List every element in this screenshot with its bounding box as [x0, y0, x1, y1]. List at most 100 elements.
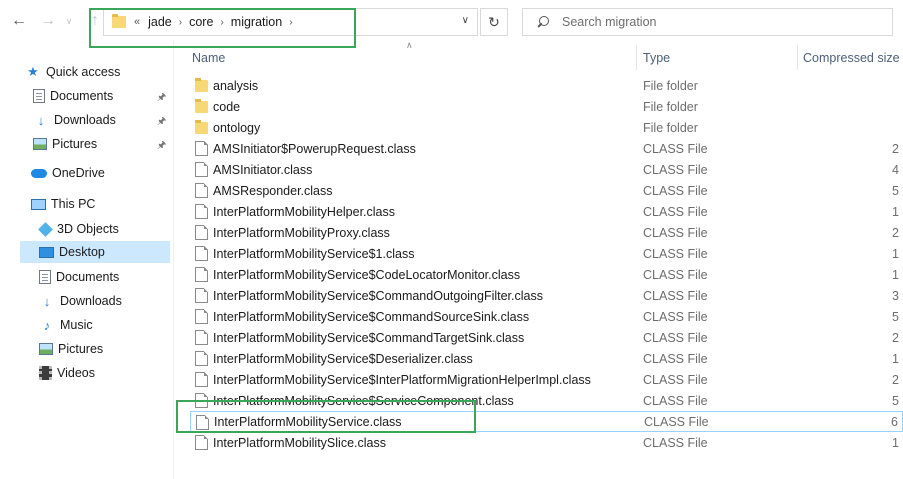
- file-row[interactable]: InterPlatformMobilityProxy.class CLASS Fi…: [190, 222, 903, 243]
- file-name: InterPlatformMobilityService$Deserialize…: [213, 351, 473, 366]
- column-divider[interactable]: [797, 45, 798, 70]
- file-type: CLASS File: [643, 351, 708, 366]
- column-header-name[interactable]: Name: [192, 45, 225, 70]
- file-type: CLASS File: [643, 246, 708, 261]
- sidebar-item-label: Documents: [50, 89, 114, 103]
- search-input[interactable]: [562, 15, 862, 29]
- file-type: CLASS File: [643, 435, 708, 450]
- file-icon: [195, 246, 208, 261]
- sidebar-item-pictures-pinned[interactable]: Pictures: [33, 133, 170, 155]
- file-row[interactable]: InterPlatformMobilityService$CommandOutg…: [190, 285, 903, 306]
- breadcrumb-separator-icon[interactable]: ›: [179, 17, 182, 28]
- column-header-compressed-size[interactable]: Compressed size: [803, 45, 900, 70]
- file-icon: [196, 415, 209, 430]
- file-icon: [195, 267, 208, 282]
- sidebar-item-documents[interactable]: Documents: [39, 266, 170, 288]
- sidebar-item-onedrive[interactable]: OneDrive: [31, 162, 170, 184]
- column-header-type[interactable]: Type: [643, 45, 670, 70]
- sidebar-item-label: OneDrive: [52, 166, 105, 180]
- back-arrow-icon[interactable]: ←: [8, 10, 30, 32]
- file-type: CLASS File: [643, 225, 708, 240]
- file-compressed-size: 1: [892, 246, 899, 261]
- sidebar-item-label: Music: [60, 318, 93, 332]
- documents-icon: [33, 89, 45, 103]
- file-name: InterPlatformMobilityService$ServiceComp…: [213, 393, 514, 408]
- file-row[interactable]: AMSResponder.class CLASS File 5: [190, 180, 903, 201]
- recent-locations-chevron-icon[interactable]: ∨: [62, 10, 76, 32]
- sidebar-item-pictures[interactable]: Pictures: [39, 338, 170, 360]
- pictures-icon: [39, 343, 53, 355]
- file-row[interactable]: InterPlatformMobilityService$1.class CLAS…: [190, 243, 903, 264]
- breadcrumb-overflow[interactable]: «: [134, 16, 140, 28]
- file-type: CLASS File: [643, 288, 708, 303]
- file-name: ontology: [213, 120, 261, 135]
- file-type: CLASS File: [643, 372, 708, 387]
- file-row[interactable]: InterPlatformMobilityService$ServiceComp…: [190, 390, 903, 411]
- file-row[interactable]: InterPlatformMobilityService$InterPlatfo…: [190, 369, 903, 390]
- file-compressed-size: 3: [892, 288, 899, 303]
- file-icon: [195, 225, 208, 240]
- file-row[interactable]: InterPlatformMobilitySlice.class CLASS Fi…: [190, 432, 903, 453]
- file-compressed-size: 1: [892, 267, 899, 282]
- file-row[interactable]: InterPlatformMobilityService.class CLASS …: [190, 411, 903, 432]
- address-bar[interactable]: « jade › core › migration › ∨: [103, 8, 478, 36]
- pin-icon[interactable]: 🖈: [157, 114, 166, 131]
- sidebar-item-music[interactable]: ♪ Music: [39, 314, 170, 336]
- folder-row[interactable]: analysis File folder: [190, 75, 903, 96]
- refresh-icon[interactable]: ↻: [480, 8, 508, 36]
- breadcrumb-separator-icon[interactable]: ›: [220, 17, 223, 28]
- breadcrumb-jade[interactable]: jade: [148, 15, 172, 29]
- sidebar-item-desktop[interactable]: Desktop: [20, 241, 170, 263]
- sidebar-item-label: Desktop: [59, 245, 105, 259]
- file-compressed-size: 2: [892, 141, 899, 156]
- file-compressed-size: 4: [892, 162, 899, 177]
- file-type: CLASS File: [643, 330, 708, 345]
- file-icon: [195, 393, 208, 408]
- file-type: File folder: [643, 99, 698, 114]
- file-row[interactable]: InterPlatformMobilityService$CodeLocator…: [190, 264, 903, 285]
- music-icon: ♪: [43, 317, 51, 333]
- file-name: AMSResponder.class: [213, 183, 333, 198]
- pin-icon[interactable]: 🖈: [157, 90, 166, 107]
- file-name: InterPlatformMobilityService$InterPlatfo…: [213, 372, 591, 387]
- sidebar-item-downloads[interactable]: ↓ Downloads: [39, 290, 170, 312]
- file-name: code: [213, 99, 241, 114]
- sidebar-item-label: This PC: [51, 197, 96, 211]
- sidebar-item-quick-access[interactable]: ★ Quick access: [25, 61, 170, 83]
- breadcrumb-separator-icon[interactable]: ›: [289, 17, 292, 28]
- address-dropdown-icon[interactable]: ∨: [462, 15, 469, 26]
- file-row[interactable]: AMSInitiator.class CLASS File 4: [190, 159, 903, 180]
- folder-row[interactable]: ontology File folder: [190, 117, 903, 138]
- sidebar-item-3d-objects[interactable]: 3D Objects: [38, 218, 170, 240]
- sort-ascending-icon: ∧: [406, 40, 413, 50]
- desktop-icon: [39, 246, 54, 258]
- folder-row[interactable]: code File folder: [190, 96, 903, 117]
- folder-icon: [112, 14, 126, 28]
- file-row[interactable]: InterPlatformMobilityService$CommandTarg…: [190, 327, 903, 348]
- file-name: InterPlatformMobilityService$CommandOutg…: [213, 288, 543, 303]
- breadcrumb-migration[interactable]: migration: [231, 15, 282, 29]
- file-row[interactable]: InterPlatformMobilityHelper.class CLASS F…: [190, 201, 903, 222]
- sidebar-item-label: Pictures: [52, 137, 98, 151]
- column-divider[interactable]: [636, 45, 637, 70]
- sidebar-item-label: Documents: [56, 270, 120, 284]
- file-row[interactable]: InterPlatformMobilityService$CommandSour…: [190, 306, 903, 327]
- pin-icon[interactable]: 🖈: [157, 138, 166, 155]
- file-compressed-size: 5: [892, 309, 899, 324]
- sidebar-item-documents-pinned[interactable]: Documents: [33, 85, 170, 107]
- sidebar-item-downloads-pinned[interactable]: ↓ Downloads: [33, 109, 170, 131]
- sidebar-item-videos[interactable]: Videos: [39, 362, 170, 384]
- search-box[interactable]: [522, 8, 893, 36]
- sidebar-item-this-pc[interactable]: This PC: [31, 193, 170, 215]
- file-row[interactable]: AMSInitiator$PowerupRequest.class CLASS F…: [190, 138, 903, 159]
- folder-icon: [195, 120, 208, 134]
- file-compressed-size: 2: [892, 372, 899, 387]
- file-type: CLASS File: [643, 393, 708, 408]
- file-compressed-size: 2: [892, 330, 899, 345]
- file-compressed-size: 6: [891, 414, 898, 429]
- cloud-icon: [31, 168, 47, 178]
- file-row[interactable]: InterPlatformMobilityService$Deserialize…: [190, 348, 903, 369]
- file-name: AMSInitiator$PowerupRequest.class: [213, 141, 416, 156]
- forward-arrow-icon[interactable]: →: [37, 10, 59, 32]
- breadcrumb-core[interactable]: core: [189, 15, 213, 29]
